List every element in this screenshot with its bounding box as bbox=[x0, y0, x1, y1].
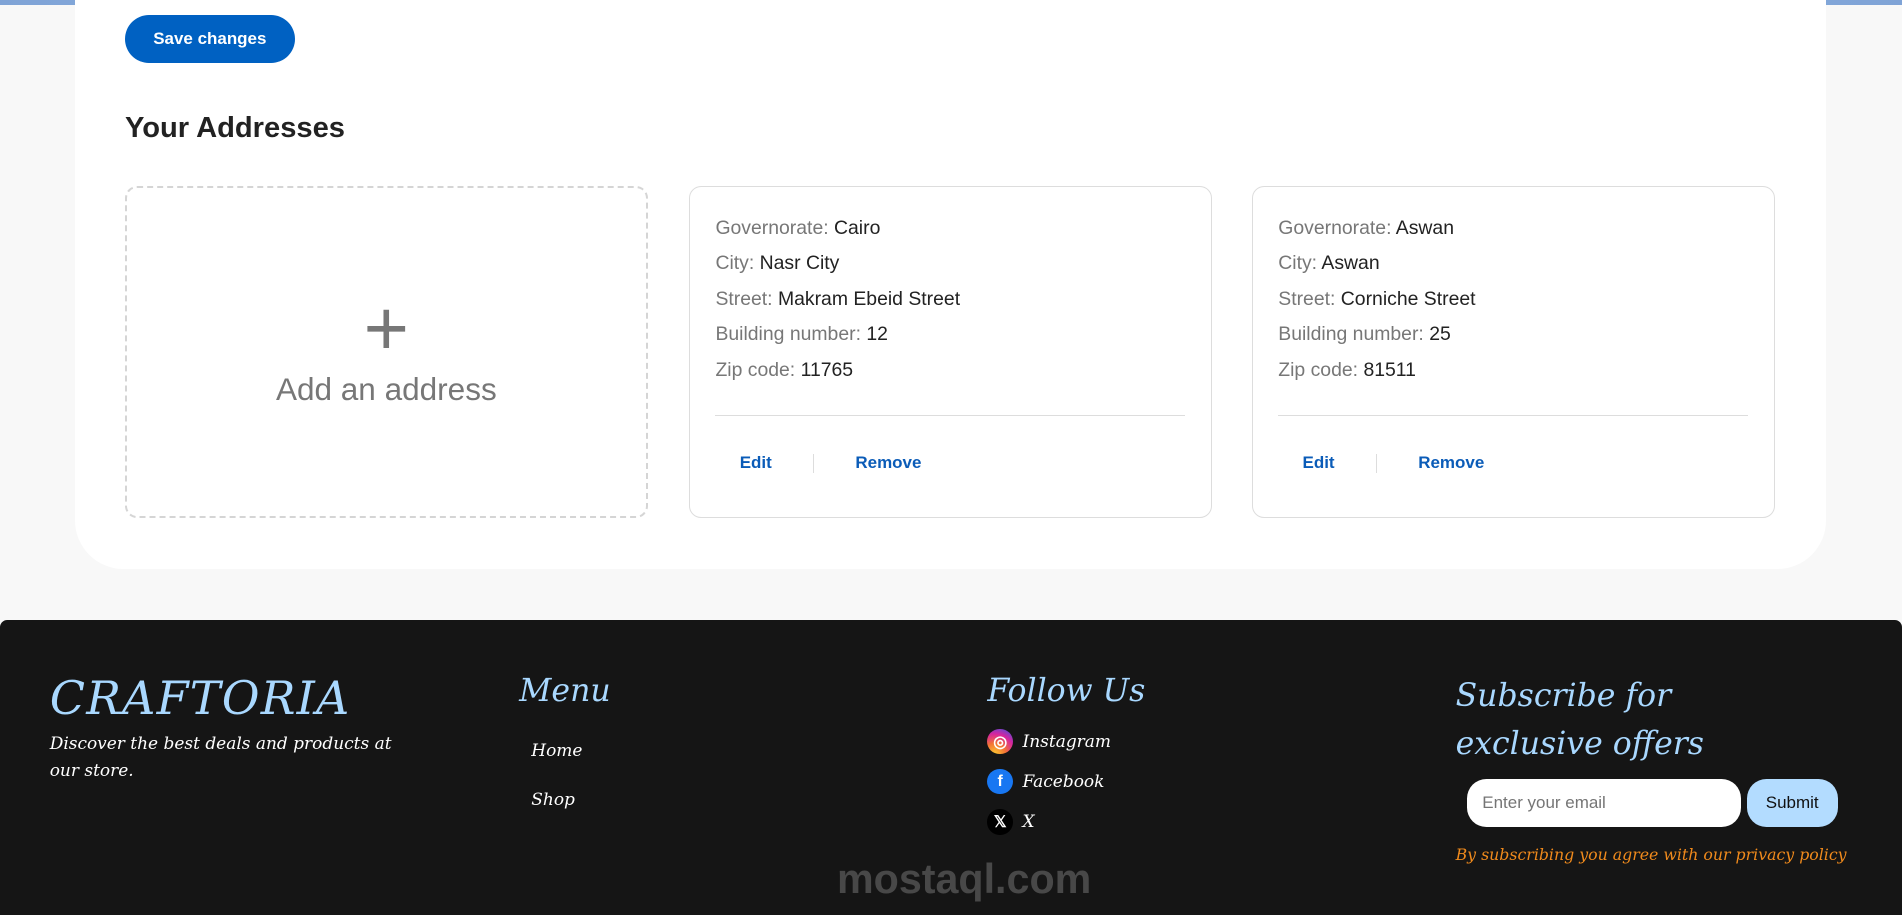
social-x[interactable]: 𝕏 X bbox=[987, 809, 1035, 835]
governorate-row: Governorate: Cairo bbox=[715, 216, 881, 239]
watermark: mostaql.com bbox=[836, 856, 1092, 903]
email-input[interactable] bbox=[1466, 778, 1741, 828]
divider bbox=[1278, 414, 1749, 416]
street-row: Street: Corniche Street bbox=[1278, 287, 1476, 310]
footer-tagline: Discover the best deals and products at … bbox=[49, 734, 392, 782]
social-facebook[interactable]: f Facebook bbox=[987, 769, 1104, 795]
footer: CRAFTORIA Discover the best deals and pr… bbox=[0, 619, 1902, 915]
add-address-label: Add an address bbox=[275, 370, 497, 407]
facebook-icon: f bbox=[987, 769, 1013, 795]
plus-icon: + bbox=[363, 285, 409, 372]
edit-address-button[interactable]: Edit bbox=[1278, 453, 1359, 473]
x-icon: 𝕏 bbox=[987, 809, 1013, 835]
privacy-note: By subscribing you agree with our privac… bbox=[1455, 845, 1847, 865]
governorate-row: Governorate: Aswan bbox=[1278, 216, 1454, 239]
city-row: City: Nasr City bbox=[715, 252, 840, 275]
divider bbox=[715, 414, 1186, 416]
divider bbox=[1375, 453, 1378, 474]
follow-heading: Follow Us bbox=[987, 673, 1146, 710]
menu-heading: Menu bbox=[519, 673, 611, 710]
building-row: Building number: 12 bbox=[715, 323, 888, 346]
building-row: Building number: 25 bbox=[1278, 323, 1451, 346]
address-card: Governorate: Aswan City: Aswan Street: C… bbox=[1251, 185, 1775, 518]
zip-row: Zip code: 11765 bbox=[715, 358, 854, 381]
remove-address-button[interactable]: Remove bbox=[831, 453, 946, 473]
save-changes-button[interactable]: Save changes bbox=[124, 14, 295, 64]
remove-address-button[interactable]: Remove bbox=[1394, 453, 1509, 473]
divider bbox=[812, 453, 815, 474]
footer-brand: CRAFTORIA bbox=[49, 670, 351, 725]
menu-item-home[interactable]: Home bbox=[531, 741, 582, 761]
address-card: Governorate: Cairo City: Nasr City Stree… bbox=[688, 185, 1212, 518]
subscribe-heading: Subscribe for exclusive offers bbox=[1455, 678, 1704, 762]
instagram-icon: ◎ bbox=[987, 728, 1013, 755]
submit-button[interactable]: Submit bbox=[1746, 778, 1838, 828]
street-row: Street: Makram Ebeid Street bbox=[715, 287, 961, 310]
add-address-card[interactable]: + Add an address bbox=[124, 185, 648, 518]
zip-row: Zip code: 81511 bbox=[1278, 358, 1416, 381]
city-row: City: Aswan bbox=[1278, 252, 1380, 275]
menu-item-shop[interactable]: Shop bbox=[531, 790, 575, 810]
social-instagram[interactable]: ◎ Instagram bbox=[987, 728, 1111, 755]
edit-address-button[interactable]: Edit bbox=[715, 453, 796, 473]
addresses-heading: Your Addresses bbox=[124, 111, 345, 144]
